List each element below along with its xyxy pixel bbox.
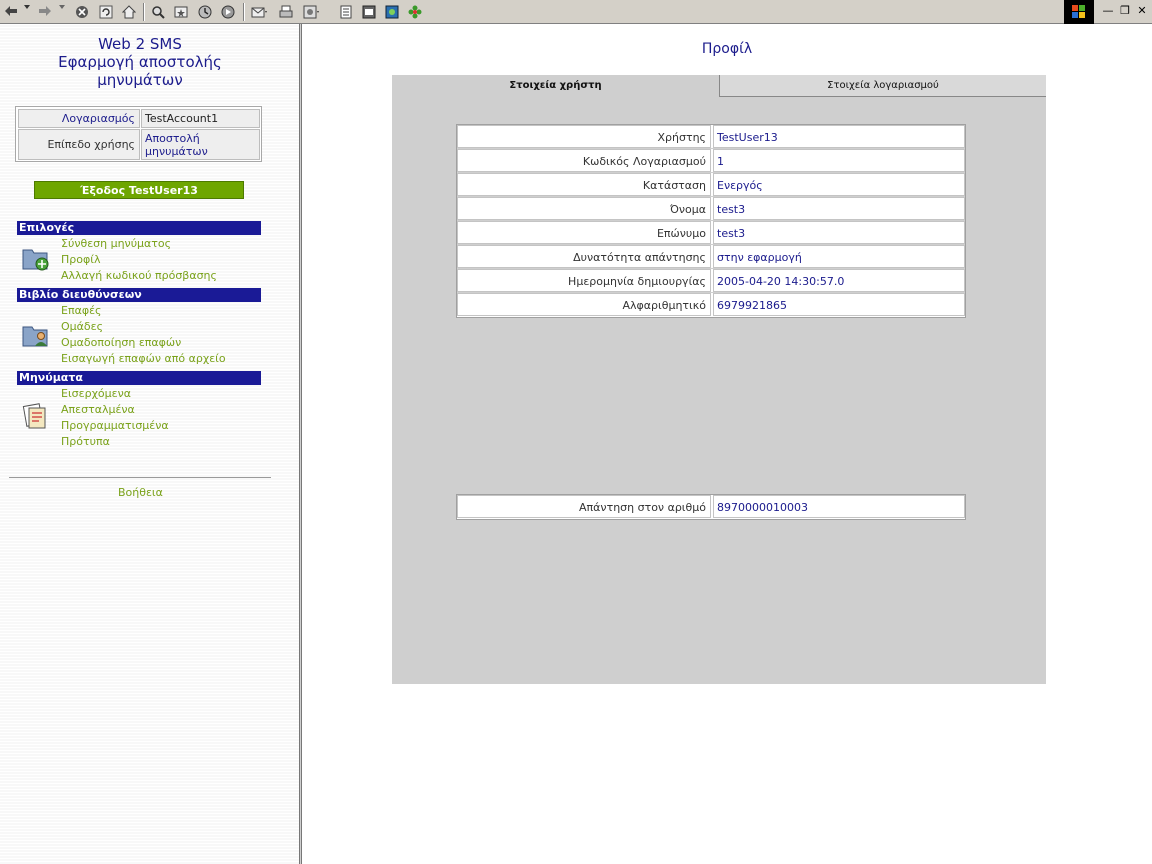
- search-icon[interactable]: [148, 3, 168, 21]
- home-icon[interactable]: [119, 3, 139, 21]
- section-header-options: Επιλογές: [17, 221, 261, 235]
- nav-link-change-password[interactable]: Αλλαγή κωδικού πρόσβασης: [61, 269, 217, 283]
- section-header-address-book: Βιβλίο διευθύνσεων: [17, 288, 261, 302]
- back-dropdown-icon[interactable]: [22, 3, 32, 21]
- level-value: Αποστολή μηνυμάτων: [141, 129, 260, 160]
- nav-link-sent[interactable]: Απεσταλμένα: [61, 403, 135, 417]
- reply-info-table: Απάντηση στον αριθμό 8970000010003: [456, 494, 966, 520]
- nav-link-group-contacts[interactable]: Ομαδοποίηση επαφών: [61, 336, 181, 350]
- app-title-line: μηνυμάτων: [97, 71, 183, 89]
- help-link[interactable]: Βοήθεια: [118, 486, 163, 499]
- edit-icon[interactable]: [300, 3, 322, 21]
- table-row: Χρήστης TestUser13: [457, 125, 965, 149]
- field-value: 6979921865: [713, 293, 965, 316]
- sidebar: Web 2 SMS Εφαρμογή αποστολής μηνυμάτων Λ…: [0, 24, 300, 864]
- field-label: Κωδικός Λογαριασμού: [457, 149, 711, 172]
- field-label: Απάντηση στον αριθμό: [457, 495, 711, 518]
- icq-icon[interactable]: [405, 3, 425, 21]
- field-value: TestUser13: [713, 125, 965, 148]
- table-row: Κατάσταση Ενεργός: [457, 173, 965, 197]
- section-header-messages: Μηνύματα: [17, 371, 261, 385]
- level-value-line: Αποστολή: [145, 132, 200, 145]
- field-value: test3: [713, 221, 965, 244]
- field-label: Επώνυμο: [457, 221, 711, 244]
- nav-link-profile[interactable]: Προφίλ: [61, 253, 100, 267]
- table-row: Όνομα test3: [457, 197, 965, 221]
- nav-link-contacts[interactable]: Επαφές: [61, 304, 101, 318]
- field-value: test3: [713, 197, 965, 220]
- page-title: Προφίλ: [701, 41, 753, 57]
- field-label: Αλφαριθμητικό: [457, 293, 711, 316]
- table-row: Αλφαριθμητικό 6979921865: [457, 293, 965, 317]
- history-icon[interactable]: [195, 3, 215, 21]
- field-value: 1: [713, 149, 965, 172]
- stop-icon[interactable]: [72, 3, 92, 21]
- table-row: Επώνυμο test3: [457, 221, 965, 245]
- tab-user-details[interactable]: Στοιχεία χρήστη: [392, 75, 719, 97]
- field-label: Κατάσταση: [457, 173, 711, 196]
- account-value: TestAccount1: [141, 109, 260, 128]
- field-value: Ενεργός: [713, 173, 965, 196]
- field-label: Όνομα: [457, 197, 711, 220]
- nav-link-inbox[interactable]: Εισερχόμενα: [61, 387, 131, 401]
- user-info-table: Χρήστης TestUser13 Κωδικός Λογαριασμού 1…: [456, 124, 966, 318]
- nav-link-compose[interactable]: Σύνθεση μηνύματος: [61, 237, 171, 251]
- field-label: Χρήστης: [457, 125, 711, 148]
- app-title-line: Εφαρμογή αποστολής: [58, 53, 222, 71]
- folder-settings-icon: [21, 243, 51, 273]
- table-row: Απάντηση στον αριθμό 8970000010003: [457, 495, 965, 519]
- close-icon[interactable]: ✕: [1134, 3, 1150, 19]
- folder-contacts-icon: [21, 320, 51, 350]
- forward-dropdown-icon[interactable]: [57, 3, 67, 21]
- tab-account-details[interactable]: Στοιχεία λογαριασμού: [719, 75, 1046, 97]
- app-title-line: Web 2 SMS: [98, 35, 182, 53]
- account-label: Λογαριασμός: [18, 109, 140, 128]
- forward-icon[interactable]: [36, 3, 54, 21]
- field-value: στην εφαρμογή: [713, 245, 965, 268]
- sms-icon[interactable]: [359, 3, 379, 21]
- notes-icon[interactable]: [336, 3, 356, 21]
- browser-toolbar: — ❐ ✕: [0, 0, 1152, 24]
- mail-icon[interactable]: [248, 3, 270, 21]
- favorites-icon[interactable]: [171, 3, 191, 21]
- restore-icon[interactable]: ❐: [1117, 3, 1133, 19]
- nav-link-templates[interactable]: Πρότυπα: [61, 435, 110, 449]
- sidebar-divider: [9, 477, 271, 478]
- table-row: Δυνατότητα απάντησης στην εφαρμογή: [457, 245, 965, 269]
- nav-link-groups[interactable]: Ομάδες: [61, 320, 103, 334]
- table-row: Ημερομηνία δημιουργίας 2005-04-20 14:30:…: [457, 269, 965, 293]
- messenger-icon[interactable]: [382, 3, 402, 21]
- logout-button[interactable]: Έξοδος TestUser13: [34, 181, 244, 199]
- refresh-icon[interactable]: [96, 3, 116, 21]
- nav-link-scheduled[interactable]: Προγραμματισμένα: [61, 419, 169, 433]
- table-row: Κωδικός Λογαριασμού 1: [457, 149, 965, 173]
- account-info-box: Λογαριασμός TestAccount1 Επίπεδο χρήσης …: [15, 106, 262, 162]
- windows-logo-icon: [1064, 0, 1094, 24]
- app-title: Web 2 SMS Εφαρμογή αποστολής μηνυμάτων: [20, 35, 260, 89]
- media-icon[interactable]: [218, 3, 238, 21]
- field-label: Δυνατότητα απάντησης: [457, 245, 711, 268]
- field-value: 8970000010003: [713, 495, 965, 518]
- back-icon[interactable]: [2, 3, 20, 21]
- minimize-icon[interactable]: —: [1100, 3, 1116, 19]
- nav-link-import-contacts[interactable]: Εισαγωγή επαφών από αρχείο: [61, 352, 226, 366]
- level-label: Επίπεδο χρήσης: [18, 129, 140, 160]
- field-value: 2005-04-20 14:30:57.0: [713, 269, 965, 292]
- level-value-line: μηνυμάτων: [145, 145, 208, 158]
- messages-icon: [21, 402, 51, 432]
- print-icon[interactable]: [276, 3, 296, 21]
- field-label: Ημερομηνία δημιουργίας: [457, 269, 711, 292]
